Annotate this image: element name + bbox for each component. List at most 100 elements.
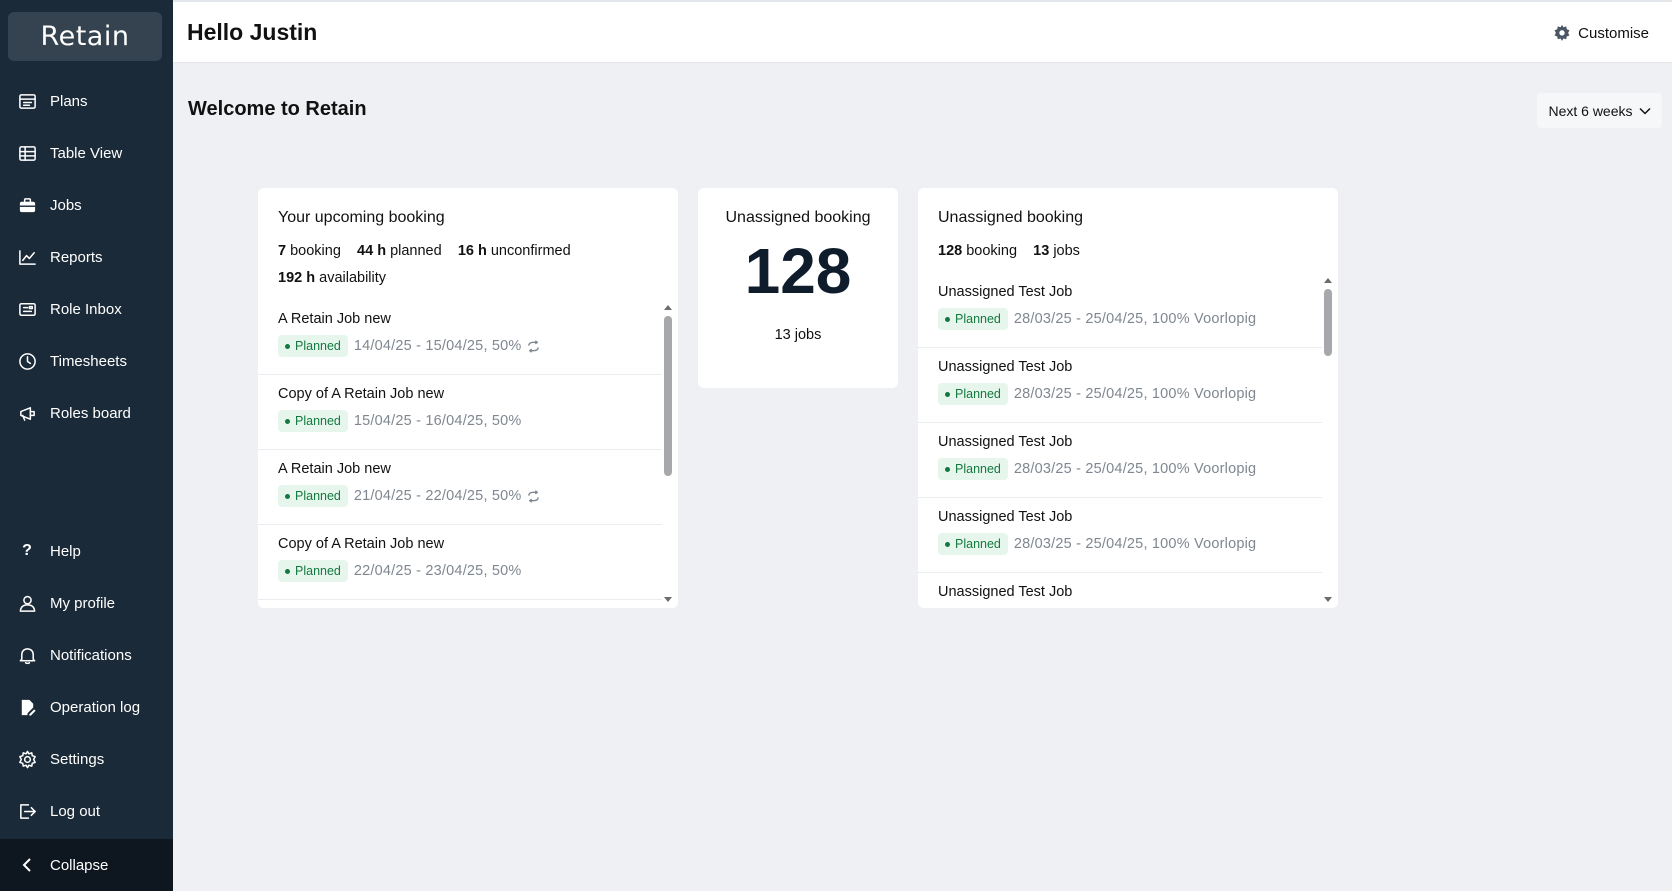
stat-value: 44 h	[357, 243, 387, 259]
card-title: Unassigned booking	[725, 209, 871, 226]
status-label: Planned	[295, 339, 341, 353]
sidebar-item-label: Roles board	[50, 404, 131, 422]
stat-value: 13	[1033, 243, 1050, 259]
list-item[interactable]: Copy of A Retain Job new Planned 22/04/2…	[258, 525, 662, 600]
stat-label: planned	[390, 243, 442, 259]
inbox-icon	[17, 299, 37, 319]
date-range-dropdown[interactable]: Next 6 weeks	[1537, 93, 1662, 128]
sidebar-item-my-profile[interactable]: My profile	[0, 577, 173, 629]
list-item[interactable]: Unassigned Test Job Planned 28/03/25 - 2…	[918, 273, 1322, 348]
scroll-down-arrow[interactable]	[1324, 597, 1332, 602]
sidebar-item-label: Timesheets	[50, 352, 127, 370]
item-title: Copy of A Retain Job new	[278, 386, 445, 402]
scroll-thumb[interactable]	[664, 316, 672, 476]
booking-stats: 7 booking 44 h planned 16 h unconfirmed	[278, 243, 571, 259]
chevron-down-icon	[1638, 107, 1651, 115]
sidebar-item-label: Plans	[50, 92, 88, 110]
repeat-icon	[527, 489, 539, 503]
collapse-button[interactable]: Collapse	[0, 839, 173, 891]
gear-icon	[1554, 24, 1570, 41]
sidebar-item-label: Notifications	[50, 646, 132, 664]
sidebar-item-notifications[interactable]: Notifications	[0, 629, 173, 681]
sidebar-item-table-view[interactable]: Table View	[0, 127, 173, 179]
sidebar-item-settings[interactable]: Settings	[0, 733, 173, 785]
status-badge: Planned	[938, 533, 1008, 555]
status-label: Planned	[955, 387, 1001, 401]
item-dates: 28/03/25 - 25/04/25, 100% Voorlopig	[1013, 386, 1257, 402]
status-label: Planned	[295, 564, 341, 578]
scrollbar[interactable]	[1323, 278, 1333, 602]
stat-label: unconfirmed	[490, 243, 571, 259]
chart-line-icon	[17, 247, 37, 267]
list-item[interactable]: A Retain Job new Planned 14/04/25 - 15/0…	[258, 300, 662, 375]
sidebar-nav: Plans Table View Jobs Reports Role Inbox…	[0, 75, 173, 439]
sidebar-item-operation-log[interactable]: Operation log	[0, 681, 173, 733]
status-badge: Planned	[938, 383, 1008, 405]
logo-text: Retain	[40, 21, 130, 52]
sidebar-item-label: Jobs	[50, 196, 82, 214]
gear-icon	[17, 749, 37, 769]
item-dates: 28/03/25 - 25/04/25, 100% Voorlopig	[1013, 461, 1257, 477]
customise-button[interactable]: Customise	[1553, 24, 1649, 42]
sidebar-item-label: Log out	[50, 802, 101, 820]
status-badge: Planned	[938, 308, 1008, 330]
sidebar-item-help[interactable]: ? Help	[0, 525, 173, 577]
status-badge: Planned	[938, 458, 1008, 480]
item-title: Copy of A Retain Job new	[278, 536, 445, 552]
card-title: Your upcoming booking	[278, 209, 445, 226]
list-item[interactable]: Unassigned Test Job Planned 28/03/25 - 2…	[918, 498, 1322, 573]
status-label: Planned	[955, 312, 1001, 326]
stat-label: booking	[290, 243, 341, 259]
item-dates: 22/04/25 - 23/04/25, 50%	[353, 563, 522, 579]
sidebar-item-label: Settings	[50, 750, 105, 768]
scroll-up-arrow[interactable]	[1324, 278, 1332, 283]
stat-label: jobs	[1053, 243, 1080, 259]
sidebar-item-log-out[interactable]: Log out	[0, 785, 173, 837]
scroll-down-arrow[interactable]	[664, 597, 672, 602]
item-title: Unassigned Test Job	[938, 584, 1073, 600]
sidebar-item-plans[interactable]: Plans	[0, 75, 173, 127]
stat-value: 16 h	[457, 243, 487, 259]
scroll-thumb[interactable]	[1324, 289, 1332, 356]
sidebar-item-label: My profile	[50, 594, 116, 612]
sidebar-bottom-nav: ? Help My profile Notifications Operatio…	[0, 525, 173, 837]
scrollbar[interactable]	[663, 305, 673, 602]
list-item[interactable]: A Retain Job new Planned 21/04/25 - 22/0…	[258, 450, 662, 525]
item-title: Unassigned Test Job	[938, 509, 1073, 525]
scroll-up-arrow[interactable]	[664, 305, 672, 310]
card-title: Unassigned booking	[938, 209, 1083, 226]
item-dates: 14/04/25 - 15/04/25, 50%	[353, 338, 522, 354]
sidebar-item-label: Reports	[50, 248, 103, 266]
status-label: Planned	[295, 489, 341, 503]
sidebar-item-roles-board[interactable]: Roles board	[0, 387, 173, 439]
booking-stats: 128 booking 13 jobs	[938, 243, 1080, 259]
bell-icon	[17, 645, 37, 665]
sidebar-item-timesheets[interactable]: Timesheets	[0, 335, 173, 387]
sidebar-item-label: Help	[50, 542, 81, 560]
item-title: Unassigned Test Job	[938, 284, 1073, 300]
upcoming-booking-list[interactable]: A Retain Job new Planned 14/04/25 - 15/0…	[258, 300, 662, 608]
sidebar-item-role-inbox[interactable]: Role Inbox	[0, 283, 173, 335]
list-item[interactable]: Unassigned Test Job Planned 28/03/25 - 2…	[918, 423, 1322, 498]
status-badge: Planned	[278, 410, 348, 432]
table-icon	[17, 143, 37, 163]
item-dates: 15/04/25 - 16/04/25, 50%	[353, 413, 522, 429]
item-dates: 28/03/25 - 25/04/25, 100% Voorlopig	[1013, 536, 1257, 552]
status-label: Planned	[955, 537, 1001, 551]
stat-label: availability	[319, 270, 387, 286]
page-title: Hello Justin	[187, 19, 318, 45]
sidebar-item-label: Role Inbox	[50, 300, 122, 318]
stat-value: 192 h	[278, 270, 316, 286]
list-item[interactable]: Unassigned Test Job	[918, 573, 1322, 608]
sidebar-item-jobs[interactable]: Jobs	[0, 179, 173, 231]
item-title: A Retain Job new	[278, 311, 391, 327]
logout-icon	[17, 801, 37, 821]
sidebar-item-reports[interactable]: Reports	[0, 231, 173, 283]
unassigned-summary-card[interactable]: Unassigned booking 128 13 jobs	[698, 188, 898, 388]
unassigned-booking-list[interactable]: Unassigned Test Job Planned 28/03/25 - 2…	[918, 273, 1322, 608]
stat-value: 128	[938, 243, 963, 259]
list-item[interactable]: Copy of A Retain Job new Planned 15/04/2…	[258, 375, 662, 450]
logo[interactable]: Retain	[8, 12, 162, 61]
list-item[interactable]: Unassigned Test Job Planned 28/03/25 - 2…	[918, 348, 1322, 423]
jobs-count: 13 jobs	[774, 327, 822, 343]
